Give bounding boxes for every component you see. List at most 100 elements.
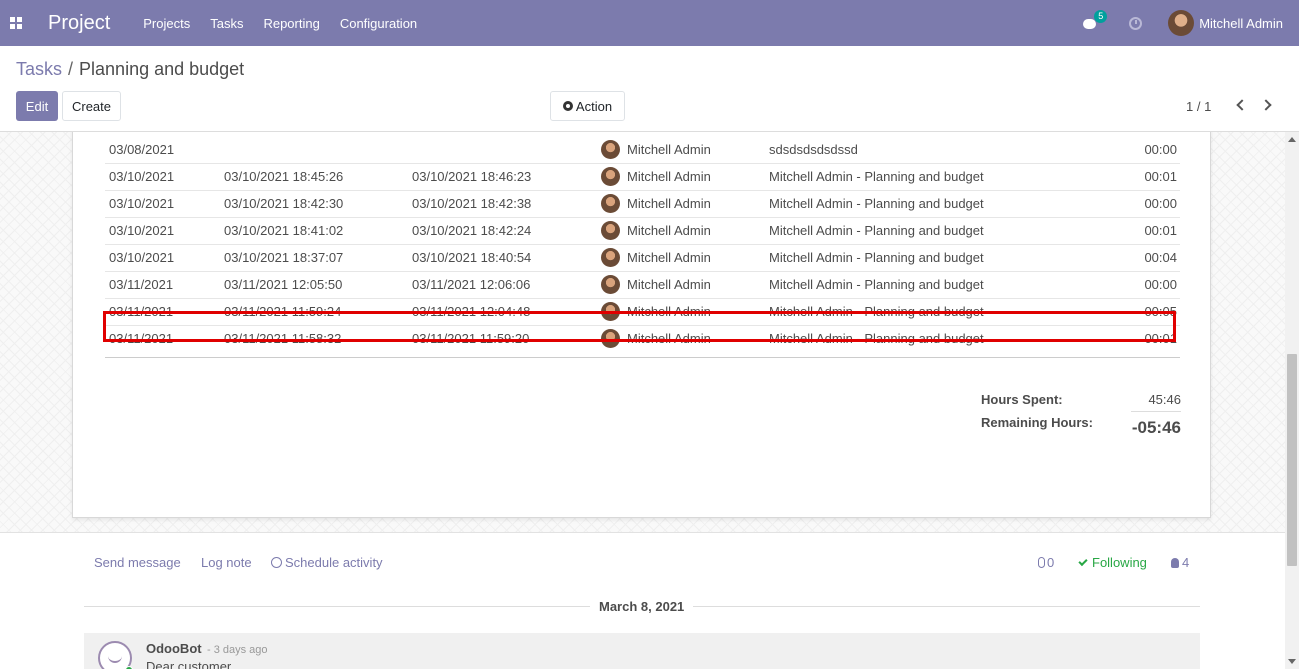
page-scrollbar[interactable] (1285, 132, 1299, 669)
timesheet-row[interactable]: 03/10/2021 03/10/2021 18:37:07 03/10/202… (105, 244, 1180, 271)
chevron-right-icon (1260, 99, 1272, 111)
cell-description: sdsdsdsdsdssd (769, 141, 858, 157)
cell-date: 03/11/2021 (109, 277, 174, 292)
chatter: Send message Log note Schedule activity … (0, 532, 1285, 669)
cell-end-time: 03/10/2021 18:42:24 (412, 223, 532, 238)
cell-start-time (224, 136, 412, 163)
user-icon (1171, 558, 1179, 568)
timesheet-row[interactable]: 03/10/2021 03/10/2021 18:42:30 03/10/202… (105, 190, 1180, 217)
form-content: 03/08/2021 Mitchell Admin sdsdsdsdsdssd … (0, 132, 1285, 669)
cell-start-time: 03/10/2021 18:41:02 (224, 223, 344, 238)
scroll-up-icon[interactable] (1288, 137, 1296, 142)
control-panel: Tasks / Planning and budget Edit Create Ac… (0, 46, 1299, 132)
cell-description: Mitchell Admin - Planning and budget (769, 277, 984, 292)
activity-clock-icon[interactable] (1129, 16, 1143, 30)
action-button-label: Action (575, 98, 613, 114)
chevron-left-icon (1236, 99, 1248, 111)
clock-icon (271, 557, 282, 568)
cell-end-time: 03/10/2021 18:40:54 (412, 250, 532, 265)
main-menu: Projects Tasks Reporting Configuration (143, 16, 437, 31)
table-bottom-border (105, 357, 1180, 358)
schedule-activity-label: Schedule activity (285, 555, 383, 570)
menu-reporting[interactable]: Reporting (263, 16, 319, 31)
check-icon (1078, 556, 1088, 567)
scroll-down-icon[interactable] (1288, 659, 1296, 664)
log-note-button[interactable]: Log note (201, 555, 252, 570)
cell-duration: 00:01 (1144, 169, 1177, 184)
timesheet-row[interactable]: 03/10/2021 03/10/2021 18:41:02 03/10/202… (105, 217, 1180, 244)
user-menu-name[interactable]: Mitchell Admin (1199, 16, 1283, 31)
messages-badge: 5 (1094, 9, 1108, 23)
employee-name: Mitchell Admin (627, 169, 711, 184)
cell-start-time: 03/11/2021 12:05:50 (224, 277, 343, 292)
paperclip-icon (1038, 557, 1045, 568)
pager-value[interactable]: 1 / 1 (1186, 99, 1211, 114)
cell-employee: Mitchell Admin (601, 136, 769, 163)
cell-date: 03/08/2021 (109, 141, 175, 157)
cell-employee: Mitchell Admin (601, 271, 769, 298)
cell-duration: 00:01 (1144, 223, 1177, 238)
messaging-icon[interactable]: 5 (1083, 9, 1108, 30)
employee-name: Mitchell Admin (627, 277, 711, 292)
cell-employee: Mitchell Admin (601, 217, 769, 244)
cell-employee: Mitchell Admin (601, 244, 769, 271)
timesheet-row[interactable]: 03/10/2021 03/10/2021 18:45:26 03/10/202… (105, 163, 1180, 190)
cell-start-time: 03/10/2021 18:45:26 (224, 169, 344, 184)
smile-icon (108, 656, 122, 663)
breadcrumb-tasks-link[interactable]: Tasks (16, 59, 62, 79)
app-brand[interactable]: Project (48, 12, 110, 35)
cell-description: Mitchell Admin - Planning and budget (769, 250, 984, 265)
menu-projects[interactable]: Projects (143, 16, 190, 31)
pager-next-button[interactable] (1260, 97, 1274, 113)
employee-name: Mitchell Admin (627, 141, 711, 157)
cell-duration: 00:00 (1144, 141, 1177, 157)
timesheet-row[interactable]: 03/11/2021 03/11/2021 12:05:50 03/11/202… (105, 271, 1180, 298)
gear-icon (562, 101, 573, 111)
user-avatar[interactable] (1168, 10, 1195, 36)
breadcrumb-current: Planning and budget (79, 59, 245, 79)
followers-button[interactable]: 4 (1171, 555, 1189, 570)
attachments-button[interactable]: 0 (1038, 555, 1054, 570)
employee-name: Mitchell Admin (627, 223, 711, 238)
edit-button[interactable]: Edit (16, 91, 58, 121)
menu-configuration[interactable]: Configuration (340, 16, 417, 31)
cell-duration: 00:00 (1144, 277, 1177, 292)
date-separator: March 8, 2021 (590, 599, 694, 614)
cell-date: 03/10/2021 (109, 196, 175, 211)
form-sheet: 03/08/2021 Mitchell Admin sdsdsdsdsdssd … (72, 132, 1211, 518)
employee-avatar (601, 275, 620, 294)
create-button[interactable]: Create (62, 91, 121, 121)
schedule-activity-button[interactable]: Schedule activity (271, 555, 383, 570)
attachments-count: 0 (1047, 555, 1055, 570)
menu-tasks[interactable]: Tasks (210, 16, 243, 31)
cell-date: 03/10/2021 (109, 223, 175, 238)
cell-employee: Mitchell Admin (601, 163, 769, 190)
action-button[interactable]: Action (550, 91, 625, 121)
cell-end-time: 03/10/2021 18:42:38 (412, 196, 532, 211)
remaining-hours-value: -05:46 (1131, 418, 1181, 437)
followers-count: 4 (1182, 555, 1190, 570)
employee-name: Mitchell Admin (627, 250, 711, 265)
cell-start-time: 03/10/2021 18:42:30 (224, 196, 344, 211)
top-navbar: Project Projects Tasks Reporting Configu… (0, 0, 1299, 46)
scrollbar-thumb[interactable] (1287, 354, 1297, 566)
odoobot-avatar[interactable] (98, 641, 133, 669)
employee-avatar (601, 248, 620, 267)
following-button[interactable]: Following (1078, 555, 1147, 570)
cell-employee: Mitchell Admin (601, 190, 769, 217)
send-message-button[interactable]: Send message (94, 555, 181, 570)
message-author[interactable]: OdooBot (146, 641, 202, 656)
employee-avatar (601, 167, 620, 186)
employee-avatar (601, 139, 620, 159)
pager-previous-button[interactable] (1235, 97, 1248, 113)
timesheet-row[interactable]: 03/08/2021 Mitchell Admin sdsdsdsdsdssd … (105, 136, 1180, 163)
cell-description: Mitchell Admin - Planning and budget (769, 196, 984, 211)
cell-end-time: 03/11/2021 12:06:06 (412, 277, 531, 292)
hours-spent-label: Hours Spent: (981, 392, 1063, 407)
cell-description: Mitchell Admin - Planning and budget (769, 169, 984, 184)
apps-menu-icon[interactable] (10, 17, 22, 29)
totals-divider (1131, 411, 1181, 412)
cell-date: 03/10/2021 (109, 169, 175, 184)
cell-end-time: 03/10/2021 18:46:23 (412, 169, 532, 184)
cell-description: Mitchell Admin - Planning and budget (769, 223, 984, 238)
